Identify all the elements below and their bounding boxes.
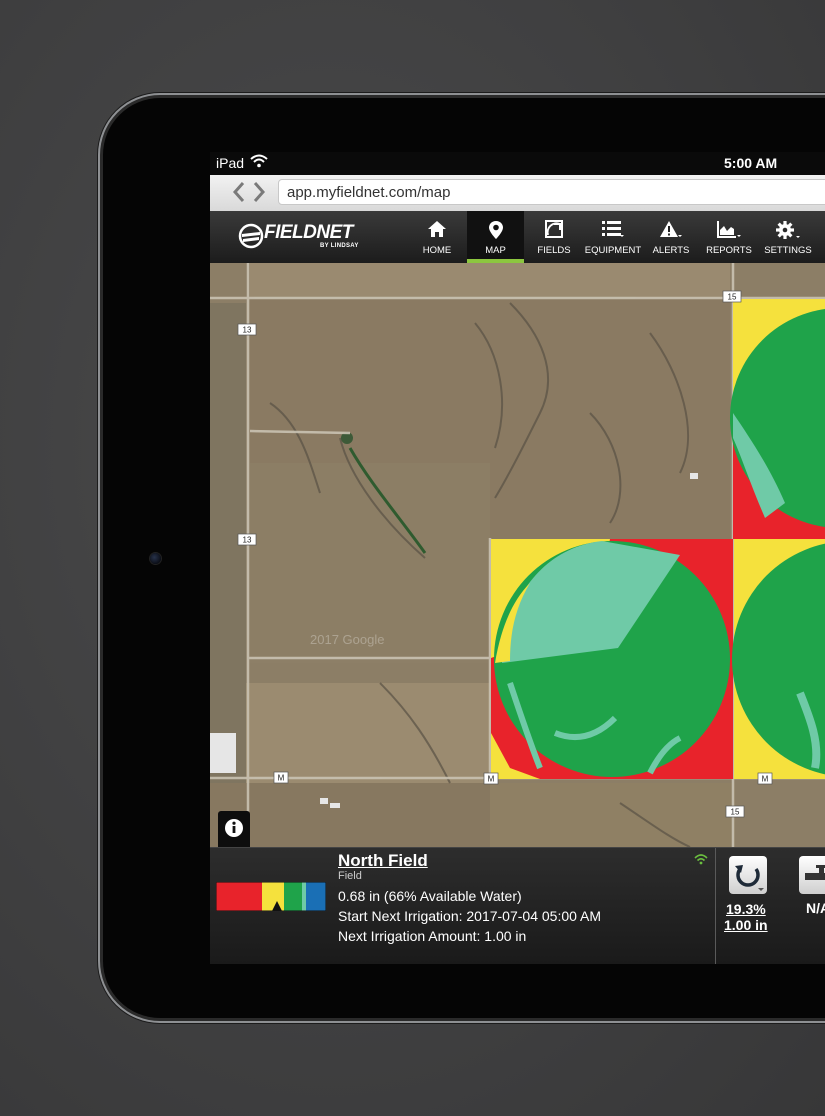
pivot-direction-button[interactable] <box>729 856 767 894</box>
ipad-screen: iPad 5:00 AM app.myfieldnet.com/map FIEL… <box>210 152 825 964</box>
nav-equipment[interactable]: EQUIPMENT <box>582 211 644 263</box>
pivot-percent-link[interactable]: 19.3% <box>726 901 766 917</box>
road-shield: 13 <box>237 323 257 336</box>
alert-icon <box>659 220 683 241</box>
field-name-link[interactable]: North Field <box>338 851 428 871</box>
back-arrow-icon[interactable] <box>232 181 246 203</box>
field-type-label: Field <box>338 870 362 882</box>
info-button[interactable] <box>218 811 250 847</box>
url-field[interactable]: app.myfieldnet.com/map <box>278 179 825 205</box>
road-shield: M <box>757 772 773 785</box>
app-nav-bar: FIELDNET BY LINDSAY HOME MAP FIELDS EQUI… <box>210 211 825 263</box>
road-shield: M <box>273 771 289 784</box>
equipment-list-icon <box>601 220 625 241</box>
logo-text: FIELDNET <box>264 222 353 243</box>
camera <box>150 553 161 564</box>
clock: 5:00 AM <box>724 155 778 171</box>
satellite-map[interactable]: 15 13 13 M M M 15 2017 Google <box>210 263 825 847</box>
nav-map[interactable]: MAP <box>467 211 524 263</box>
logo-subtext: BY LINDSAY <box>320 243 359 249</box>
ios-status-bar: iPad 5:00 AM <box>210 152 825 175</box>
signal-icon <box>694 852 708 870</box>
nav-home-label: HOME <box>422 245 452 256</box>
nav-reports[interactable]: REPORTS <box>705 211 753 263</box>
nav-alerts[interactable]: ALERTS <box>650 211 692 263</box>
road-label: 15 <box>728 293 737 302</box>
water-status-text: N/A <box>806 900 825 916</box>
field-info-panel: North Field Field 0.68 in (66% Available… <box>210 847 825 964</box>
road-label: 13 <box>243 536 252 545</box>
available-water-text: 0.68 in (66% Available Water) <box>338 888 522 904</box>
nav-home[interactable]: HOME <box>416 211 458 263</box>
reports-chart-icon <box>716 220 742 241</box>
gear-icon <box>775 220 801 243</box>
field-east-south[interactable] <box>732 539 825 779</box>
water-status-button[interactable] <box>799 856 825 894</box>
nav-settings-label: SETTINGS <box>764 245 812 256</box>
road-shield: 15 <box>725 805 745 818</box>
road-label: M <box>488 775 495 784</box>
forward-arrow-icon[interactable] <box>252 181 266 203</box>
carrier-label: iPad <box>216 155 245 171</box>
road-shield: 13 <box>237 533 257 546</box>
home-icon <box>427 220 447 241</box>
road-label: 15 <box>731 808 740 817</box>
info-icon <box>225 819 243 837</box>
next-irrigation-amount-text: Next Irrigation Amount: 1.00 in <box>338 928 527 944</box>
fields-icon <box>544 220 564 241</box>
browser-toolbar: app.myfieldnet.com/map <box>210 175 825 212</box>
road-shield: M <box>483 772 499 785</box>
rotate-arrow-icon <box>735 865 764 891</box>
next-irrigation-start-text: Start Next Irrigation: 2017-07-04 05:00 … <box>338 908 602 924</box>
road-label: M <box>278 774 285 783</box>
wifi-icon <box>250 154 268 171</box>
nav-fields-label: FIELDS <box>537 245 571 256</box>
map-watermark: 2017 Google <box>310 632 384 647</box>
nav-fields[interactable]: FIELDS <box>532 211 576 263</box>
field-east-north[interactable] <box>730 299 825 539</box>
nav-settings[interactable]: SETTINGS <box>763 211 813 263</box>
pivot-amount-link[interactable]: 1.00 in <box>724 917 768 933</box>
fieldnet-logo-mark-icon <box>238 223 264 249</box>
map-pin-icon <box>488 220 504 243</box>
nav-map-label: MAP <box>485 245 506 256</box>
map-canvas[interactable]: 15 13 13 M M M 15 2017 Google <box>210 263 825 847</box>
panel-divider <box>715 848 716 964</box>
nav-equipment-label: EQUIPMENT <box>584 245 642 256</box>
fieldnet-logo[interactable]: FIELDNET BY LINDSAY <box>238 220 368 252</box>
road-label: 13 <box>243 326 252 335</box>
nav-alerts-label: ALERTS <box>652 245 690 256</box>
faucet-icon <box>805 865 825 880</box>
field-north-field[interactable] <box>491 539 733 779</box>
nav-reports-label: REPORTS <box>706 245 752 256</box>
road-label: M <box>762 775 769 784</box>
road-shield: 15 <box>722 290 742 303</box>
available-water-legend <box>216 882 326 911</box>
